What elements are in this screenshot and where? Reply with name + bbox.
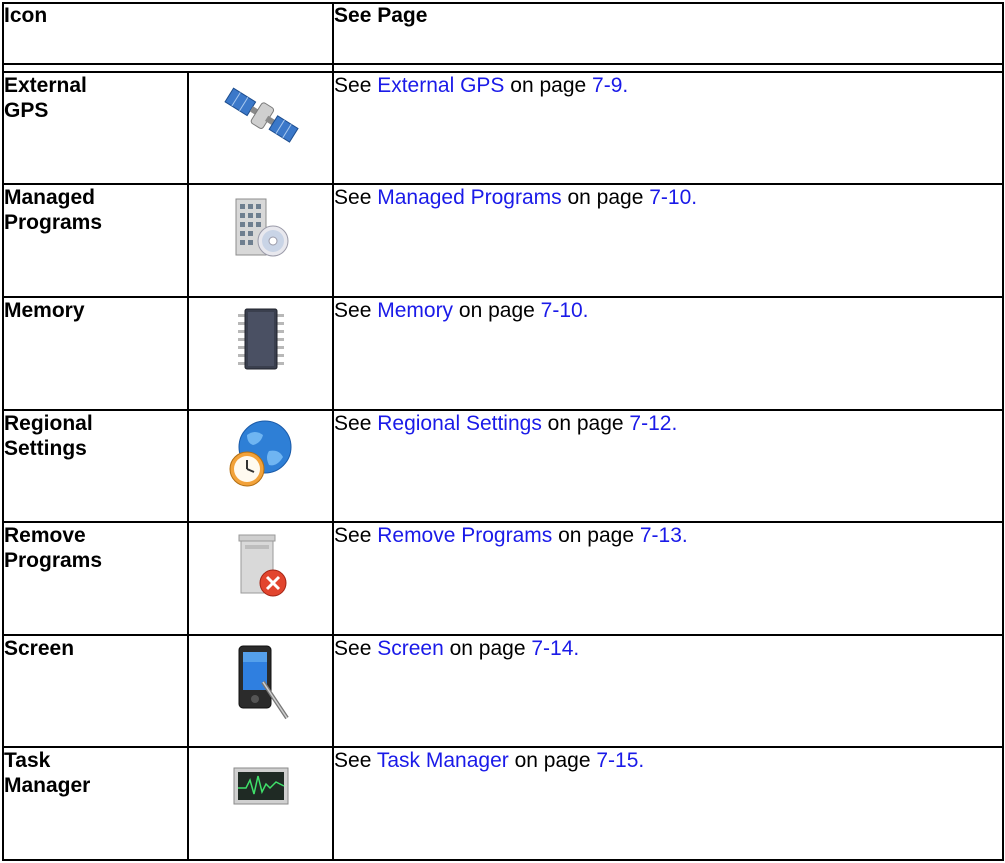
see-prefix: See [334, 411, 378, 435]
page-number-link[interactable]: 7-10. [541, 299, 589, 322]
table-row: External GPS See External GPS on page 7-… [2, 70, 1005, 186]
page-number-link[interactable]: 7-15. [596, 749, 644, 772]
setting-name-text: Regional Settings [4, 411, 93, 460]
cross-reference-link[interactable]: External GPS [377, 74, 504, 97]
setting-name: Regional Settings [2, 408, 189, 524]
cross-reference-link[interactable]: Screen [377, 637, 444, 660]
see-prefix: See [334, 636, 378, 660]
header-rule-right [332, 62, 1005, 73]
table-row: Screen See Screen on page 7-14. [2, 633, 1005, 749]
globe-clock-icon [186, 408, 335, 524]
remove-programs-icon [186, 521, 335, 636]
task-manager-icon [186, 746, 335, 861]
page-number-link[interactable]: 7-12. [629, 412, 677, 435]
see-prefix: See [334, 749, 377, 773]
table-row: Remove Programs See Remove Programs on p… [2, 521, 1005, 636]
see-page-cell: See Regional Settings on page 7-12. [332, 408, 1005, 524]
see-prefix: See [334, 186, 378, 210]
page-number-link[interactable]: 7-13. [640, 524, 688, 547]
cross-reference-link[interactable]: Task Manager [377, 749, 509, 772]
page-number-link[interactable]: 7-10. [649, 186, 697, 209]
on-page-text: on page [443, 636, 532, 660]
page-number-link[interactable]: 7-9. [592, 74, 628, 97]
setting-name: Task Manager [2, 746, 189, 861]
setting-name: Memory [2, 295, 189, 411]
table-row: Memory See Memory on page 7-10. [2, 295, 1005, 411]
building-disc-icon [186, 183, 335, 298]
see-page-cell: See Memory on page 7-10. [332, 295, 1005, 411]
icon-column-header: Icon [1, 2, 335, 65]
page-number-link[interactable]: 7-14. [531, 637, 579, 660]
see-page-cell: See Managed Programs on page 7-10. [332, 183, 1005, 298]
table-header-row: Icon See Page [1, 2, 1005, 65]
see-page-column-header: See Page [332, 2, 1005, 65]
setting-name-text: Remove Programs [4, 524, 103, 573]
cross-reference-link[interactable]: Remove Programs [377, 524, 552, 547]
see-prefix: See [334, 73, 378, 97]
on-page-text: on page [508, 749, 597, 773]
stylus-device-icon [186, 633, 335, 749]
on-page-text: on page [453, 298, 541, 322]
setting-name-text: Memory [4, 298, 85, 322]
header-rule-left [1, 62, 335, 73]
settings-icon-table: Icon See Page External GPS See External … [1, 2, 1005, 861]
satellite-icon [186, 70, 335, 186]
cross-reference-link[interactable]: Memory [377, 299, 453, 322]
memory-chip-icon [186, 295, 335, 411]
on-page-text: on page [541, 411, 630, 435]
setting-name: External GPS [2, 70, 189, 186]
table-row: Regional Settings See Regional Settings … [2, 408, 1005, 524]
see-prefix: See [334, 298, 378, 322]
on-page-text: on page [552, 524, 640, 548]
table-row: Task Manager See Task Manager on page 7-… [2, 746, 1005, 861]
cross-reference-link[interactable]: Managed Programs [377, 186, 561, 209]
setting-name: Remove Programs [2, 521, 189, 636]
see-page-cell: See Remove Programs on page 7-13. [332, 521, 1005, 636]
setting-name-text: Screen [4, 636, 75, 660]
setting-name-text: External GPS [4, 73, 87, 122]
setting-name-text: Task Manager [4, 749, 91, 798]
header-double-rule [1, 62, 1005, 73]
on-page-text: on page [561, 186, 650, 210]
table-row: Managed Programs See Managed Programs on… [2, 183, 1005, 298]
cross-reference-link[interactable]: Regional Settings [377, 412, 542, 435]
setting-name-text: Managed Programs [4, 186, 103, 235]
see-page-cell: See Screen on page 7-14. [332, 633, 1005, 749]
on-page-text: on page [504, 73, 593, 97]
see-prefix: See [334, 524, 378, 548]
see-page-cell: See Task Manager on page 7-15. [332, 746, 1005, 861]
setting-name: Managed Programs [2, 183, 189, 298]
setting-name: Screen [2, 633, 189, 749]
see-page-cell: See External GPS on page 7-9. [332, 70, 1005, 186]
